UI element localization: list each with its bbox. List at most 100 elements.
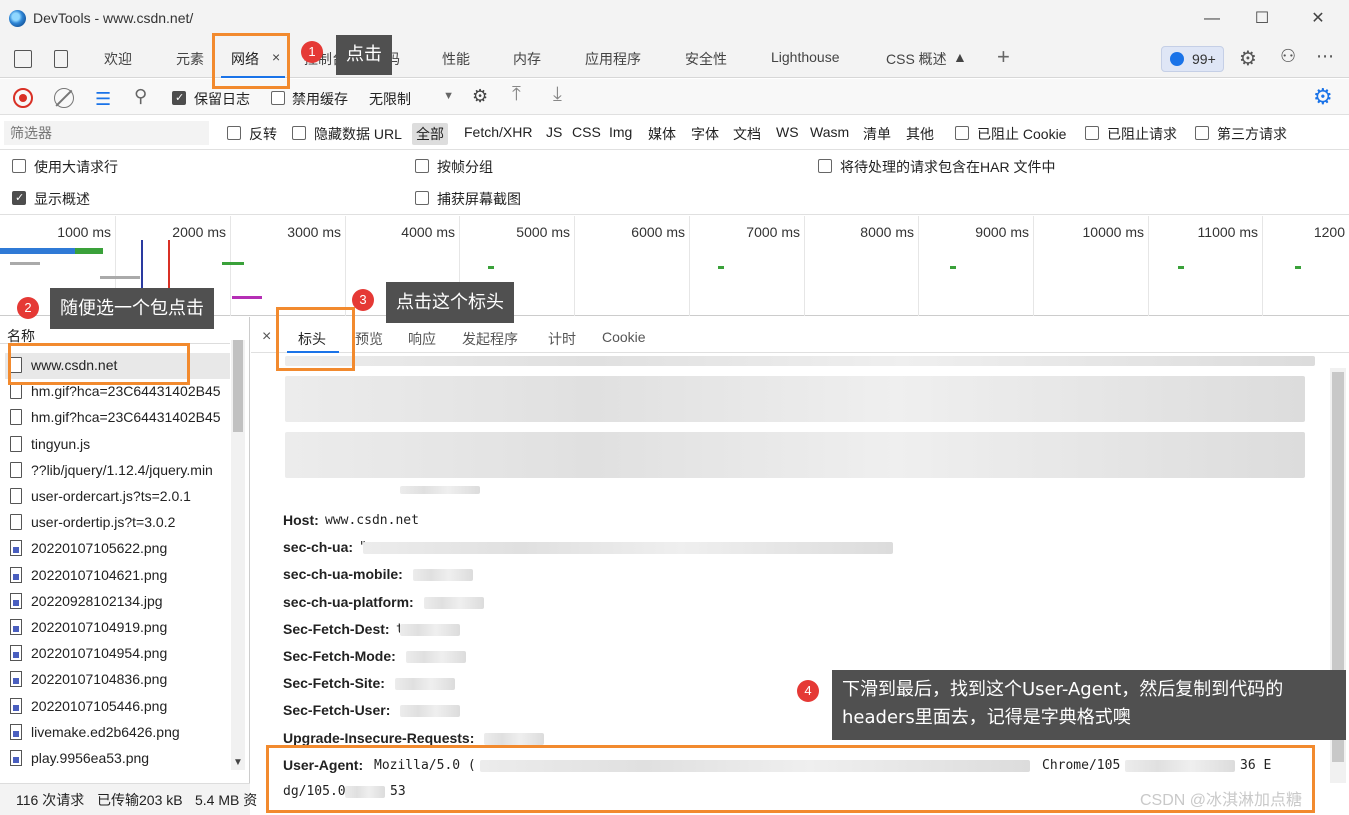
invert-checkbox[interactable]	[227, 126, 241, 140]
timeline-tick-label: 5000 ms	[516, 224, 570, 240]
tab-welcome[interactable]: 欢迎	[104, 49, 132, 69]
annotation-tooltip: 点击	[336, 35, 392, 75]
third-party-checkbox[interactable]	[1195, 126, 1209, 140]
clear-icon[interactable]	[54, 88, 74, 108]
filter-input[interactable]	[4, 121, 209, 145]
hide-data-url-label: 隐藏数据 URL	[314, 126, 402, 142]
screenshots-checkbox[interactable]	[415, 191, 429, 205]
timeline-gridline	[345, 216, 346, 316]
request-row[interactable]: 20220107104954.png	[5, 641, 230, 667]
annotation-box-request	[8, 343, 190, 385]
tab-cookies[interactable]: Cookie	[602, 329, 646, 345]
blocked-requests-checkbox[interactable]	[1085, 126, 1099, 140]
request-row[interactable]: 20220107104836.png	[5, 667, 230, 693]
filter-type-font[interactable]: 字体	[687, 123, 723, 145]
disable-cache-checkbox[interactable]	[271, 91, 285, 105]
throttle-select[interactable]: 无限制 ▼	[364, 86, 456, 108]
tab-css-overview[interactable]: CSS 概述	[886, 49, 947, 69]
scroll-down-icon[interactable]: ▼	[233, 757, 243, 768]
export-har-icon[interactable]: ⤓	[553, 83, 562, 106]
request-row[interactable]: 20220107104621.png	[5, 563, 230, 589]
inspect-icon[interactable]	[14, 50, 32, 68]
redacted-header-text	[285, 376, 1305, 422]
tab-performance[interactable]: 性能	[442, 49, 470, 69]
request-row[interactable]: play.9956ea53.png	[5, 746, 230, 772]
request-row[interactable]: user-ordertip.js?t=3.0.2	[5, 510, 230, 536]
filter-type-media[interactable]: 媒体	[644, 123, 680, 145]
image-icon	[10, 697, 22, 714]
device-toolbar-icon[interactable]	[54, 50, 68, 68]
filter-type-manifest[interactable]: 清单	[859, 123, 895, 145]
header-value[interactable]: www.csdn.net	[325, 513, 419, 528]
filter-type-all[interactable]: 全部	[412, 123, 448, 145]
redacted-header-text	[400, 486, 480, 494]
group-by-frame-label: 按帧分组	[437, 159, 493, 175]
filter-type-doc[interactable]: 文档	[729, 123, 765, 145]
request-row[interactable]: 20220107105446.png	[5, 694, 230, 720]
chat-icon	[1170, 52, 1184, 66]
file-icon	[10, 435, 22, 452]
blocked-cookie-checkbox[interactable]	[955, 126, 969, 140]
network-settings-gear-icon[interactable]: ⚙	[1313, 84, 1333, 110]
annotation-tooltip: 随便选一个包点击	[50, 288, 214, 329]
timeline-bar	[1295, 266, 1301, 269]
request-row[interactable]: tingyun.js	[5, 432, 230, 458]
annotation-box-network-tab	[212, 33, 290, 89]
tab-initiator[interactable]: 发起程序	[462, 329, 518, 349]
add-tab-icon[interactable]: +	[997, 44, 1010, 70]
file-icon	[10, 461, 22, 478]
filter-type-ws[interactable]: WS	[772, 123, 803, 141]
header-name: Sec-Fetch-Mode:	[283, 648, 396, 664]
show-overview-checkbox[interactable]	[12, 191, 26, 205]
minimize-icon[interactable]: —	[1197, 8, 1227, 30]
request-row[interactable]: 20220928102134.jpg	[5, 589, 230, 615]
tab-timing[interactable]: 计时	[548, 329, 576, 349]
filter-type-other[interactable]: 其他	[902, 123, 938, 145]
timeline-gridline	[574, 216, 575, 316]
hide-data-url-checkbox[interactable]	[292, 126, 306, 140]
customize-icon[interactable]: ⚇	[1280, 46, 1296, 67]
network-conditions-icon[interactable]: ⚙	[472, 86, 488, 107]
request-row[interactable]: hm.gif?hca=23C64431402B45	[5, 405, 230, 431]
filter-type-js[interactable]: JS	[542, 123, 566, 141]
annotation-number: 1	[301, 41, 323, 63]
tab-response[interactable]: 响应	[408, 329, 436, 349]
request-row[interactable]: 20220107104919.png	[5, 615, 230, 641]
tab-application[interactable]: 应用程序	[585, 49, 641, 69]
tab-security[interactable]: 安全性	[685, 49, 727, 69]
big-rows-checkbox[interactable]	[12, 159, 26, 173]
request-row[interactable]: livemake.ed2b6426.png	[5, 720, 230, 746]
filter-type-wasm[interactable]: Wasm	[806, 123, 853, 141]
group-by-frame-checkbox[interactable]	[415, 159, 429, 173]
record-icon[interactable]	[13, 88, 33, 108]
image-icon	[10, 540, 22, 557]
request-row[interactable]: user-ordercart.js?ts=2.0.1	[5, 484, 230, 510]
timeline-tick-label: 7000 ms	[746, 224, 800, 240]
timeline-bar	[10, 262, 40, 265]
tab-lighthouse[interactable]: Lighthouse	[771, 49, 840, 65]
filter-type-css[interactable]: CSS	[568, 123, 605, 141]
close-detail-icon[interactable]: ×	[262, 328, 271, 346]
close-window-icon[interactable]: ✕	[1303, 8, 1333, 30]
har-pending-checkbox[interactable]	[818, 159, 832, 173]
request-row[interactable]: 20220107105622.png	[5, 536, 230, 562]
tab-elements[interactable]: 元素	[176, 49, 204, 69]
network-settings-panel	[0, 151, 1349, 215]
tab-preview[interactable]: 预览	[355, 329, 383, 349]
third-party-label: 第三方请求	[1217, 126, 1287, 142]
more-options-icon[interactable]: ⋯	[1316, 46, 1334, 67]
search-icon[interactable]: ⚲	[134, 86, 147, 107]
timeline-tick-label: 9000 ms	[975, 224, 1029, 240]
settings-gear-icon[interactable]: ⚙	[1239, 46, 1257, 71]
preserve-log-checkbox[interactable]	[172, 91, 186, 105]
filter-icon[interactable]: ☰	[95, 89, 111, 110]
redacted-header-text	[400, 705, 460, 718]
filter-type-img[interactable]: Img	[605, 123, 636, 141]
maximize-icon[interactable]: ☐	[1247, 8, 1277, 30]
import-har-icon[interactable]: ⤒	[512, 83, 521, 106]
scrollbar-thumb[interactable]	[233, 340, 243, 432]
request-row[interactable]: ??lib/jquery/1.12.4/jquery.min	[5, 458, 230, 484]
timeline-tick-label: 11000 ms	[1197, 224, 1258, 240]
tab-memory[interactable]: 内存	[513, 49, 541, 69]
filter-type-xhr[interactable]: Fetch/XHR	[460, 123, 536, 141]
